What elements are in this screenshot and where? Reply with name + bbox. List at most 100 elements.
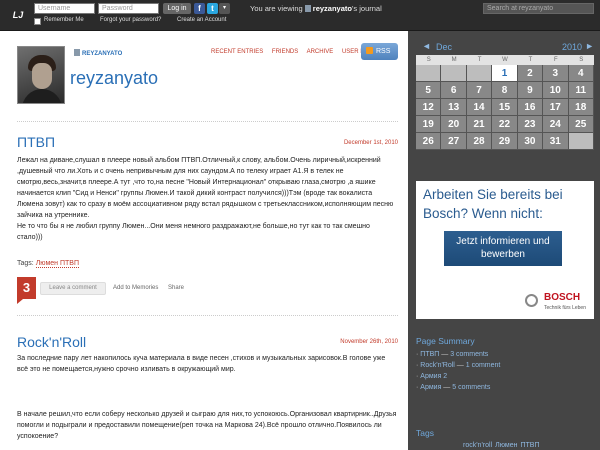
nav-recent-entries[interactable]: RECENT ENTRIES	[211, 49, 263, 55]
rss-label: RSS	[376, 48, 391, 55]
tag-cloud-link[interactable]: Люмен	[495, 442, 517, 449]
calendar-weekdays: SMTWTFS	[416, 55, 594, 65]
avatar[interactable]	[17, 46, 65, 104]
calendar: ◄ Dec 2010 ► SMTWTFS 1 2 3 4 5 6 7 8 9 10 11 12 13 14…	[416, 40, 594, 150]
weekday-label: F	[553, 57, 558, 63]
tags-title: Tags	[416, 428, 434, 438]
calendar-day: 21	[466, 116, 493, 133]
page-summary-list: · ПТВП — 3 comments · Rock'n'Roll — 1 com…	[416, 349, 596, 393]
post-title[interactable]: ПТВП	[17, 134, 55, 150]
calendar-week: 12 13 14 15 16 17 18	[416, 99, 594, 116]
calendar-week: 26 27 28 29 30 31	[416, 133, 594, 150]
post-body: Лежал на диване,слушал в плеере новый ал…	[17, 155, 397, 243]
calendar-month[interactable]: Dec	[436, 42, 452, 52]
summary-post-link[interactable]: Армия	[420, 384, 441, 391]
tag-link[interactable]: Люмен ПТВП	[35, 260, 79, 268]
calendar-day: 5	[416, 82, 442, 99]
calendar-year[interactable]: 2010	[562, 42, 582, 52]
calendar-day: 16	[517, 99, 544, 116]
bosch-logo[interactable]: BOSCH Technik fürs Leben	[515, 291, 595, 315]
tag-cloud: rock'n'roll Люмен ПТВП	[463, 442, 542, 449]
password-input[interactable]: Password	[98, 3, 159, 14]
weekday-label: M	[451, 57, 457, 63]
summary-post-link[interactable]: Армия 2	[420, 373, 447, 380]
sidebar: ◄ Dec 2010 ► SMTWTFS 1 2 3 4 5 6 7 8 9 10 11 12 13 14…	[408, 31, 600, 450]
calendar-day: 4	[568, 65, 594, 82]
post-date[interactable]: November 26th, 2010	[330, 339, 398, 345]
calendar-day: 27	[441, 133, 467, 150]
calendar-day: 14	[466, 99, 493, 116]
calendar-day: 25	[568, 116, 594, 133]
post-title[interactable]: Rock'n'Roll	[17, 334, 86, 350]
advertisement[interactable]: Arbeiten Sie bereits bei Bosch? Wenn nic…	[416, 181, 594, 319]
calendar-week: 1234	[416, 65, 594, 82]
journal-nav: RECENT ENTRIES FRIENDS ARCHIVE USER INFO	[211, 49, 382, 55]
calendar-day: 2	[517, 65, 544, 82]
divider	[17, 315, 398, 316]
calendar-day: 9	[517, 82, 544, 99]
nav-friends[interactable]: FRIENDS	[272, 49, 298, 55]
calendar-day: 29	[492, 133, 518, 150]
calendar-day: 7	[466, 82, 493, 99]
viewing-suffix: 's journal	[351, 4, 382, 13]
weekday-label: S	[579, 57, 584, 63]
divider	[17, 121, 398, 122]
calendar-day[interactable]: 1	[492, 65, 518, 82]
tag-cloud-link[interactable]: rock'n'roll	[463, 442, 492, 449]
viewing-prefix: You are viewing	[250, 4, 303, 13]
calendar-week: 5 6 7 8 9 10 11	[416, 82, 594, 99]
calendar-day: 20	[441, 116, 467, 133]
ad-slogan: Technik fürs Leben	[544, 305, 586, 311]
nav-archive[interactable]: ARCHIVE	[307, 49, 334, 55]
summary-post-link[interactable]: Rock'n'Roll	[420, 362, 455, 369]
ad-brand: BOSCH	[544, 292, 581, 303]
page-summary-title: Page Summary	[416, 336, 475, 346]
tag-cloud-link[interactable]: ПТВП	[520, 442, 539, 449]
user-icon	[304, 5, 311, 12]
calendar-day: 13	[441, 99, 467, 116]
bosch-emblem-icon	[525, 294, 538, 307]
next-month-icon[interactable]: ►	[585, 41, 594, 51]
leave-comment-button[interactable]: Leave a comment	[40, 282, 106, 295]
viewing-user-link[interactable]: reyzanyato	[313, 4, 352, 13]
summary-post-link[interactable]: ПТВП	[420, 351, 439, 358]
calendar-empty-cell	[416, 65, 442, 82]
comment-count-badge[interactable]: 3	[17, 277, 36, 304]
calendar-day: 3	[543, 65, 569, 82]
login-button[interactable]: Log in	[163, 3, 191, 14]
search-input[interactable]: Search at reyzanyato	[483, 3, 594, 14]
twitter-icon[interactable]: t	[207, 3, 218, 14]
create-account-link[interactable]: Create an Account	[177, 17, 226, 23]
facebook-icon[interactable]: f	[194, 3, 205, 14]
journal-content: REYZANYATO RECENT ENTRIES FRIENDS ARCHIV…	[0, 31, 408, 450]
prev-month-icon[interactable]: ◄	[422, 41, 431, 51]
rss-button[interactable]: RSS	[361, 43, 398, 60]
summary-comment-link[interactable]: 1 comment	[466, 362, 501, 369]
chevron-down-icon[interactable]: ▾	[219, 3, 230, 14]
journal-title[interactable]: reyzanyato	[70, 68, 158, 89]
calendar-day: 23	[517, 116, 544, 133]
summary-comment-link[interactable]: 3 comments	[450, 351, 488, 358]
share-link[interactable]: Share	[168, 285, 184, 291]
journal-username[interactable]: REYZANYATO	[82, 51, 122, 57]
livejournal-logo[interactable]: LJ	[6, 3, 30, 27]
user-icon	[74, 49, 80, 56]
top-bar: LJ Username Password Log in f t ▾ Rememb…	[0, 0, 600, 31]
summary-item: · Армия 2	[416, 371, 596, 382]
calendar-day: 6	[441, 82, 467, 99]
calendar-day: 8	[492, 82, 518, 99]
post-date[interactable]: December 1st, 2010	[330, 140, 398, 146]
viewing-journal-text: You are viewing reyzanyato's journal	[250, 4, 382, 13]
username-input[interactable]: Username	[34, 3, 95, 14]
post-paragraph: Лежал на диване,слушал в плеере новый ал…	[17, 157, 394, 219]
summary-separator: —	[441, 384, 453, 391]
summary-comment-link[interactable]: 5 comments	[452, 384, 490, 391]
remember-me-checkbox[interactable]	[34, 18, 41, 25]
journal-username-link[interactable]: REYZANYATO	[74, 49, 122, 57]
avatar-face	[32, 63, 52, 89]
forgot-password-link[interactable]: Forgot your password?	[100, 17, 161, 23]
add-to-memories-link[interactable]: Add to Memories	[113, 285, 158, 291]
ad-button[interactable]: Jetzt informieren und bewerben	[444, 231, 562, 266]
ad-headline[interactable]: Arbeiten Sie bereits bei Bosch? Wenn nic…	[423, 185, 591, 223]
summary-item: · ПТВП — 3 comments	[416, 349, 596, 360]
